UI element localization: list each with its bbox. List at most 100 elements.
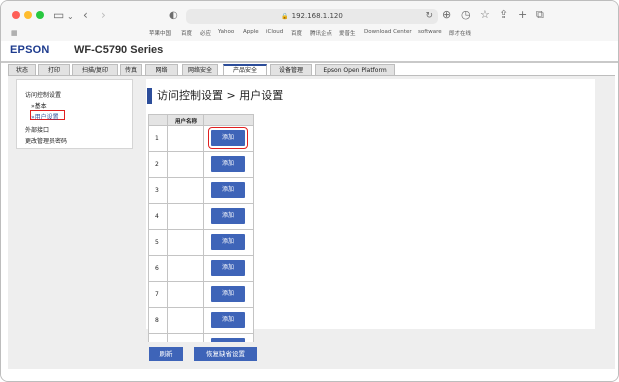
add-user-button[interactable]: 添加 (211, 208, 245, 224)
favorite-item[interactable]: Yahoo (218, 29, 234, 35)
favorite-item[interactable]: Download Center (364, 29, 412, 35)
star-icon[interactable]: ☆ (480, 8, 490, 21)
table-row: 6 添加 (148, 256, 254, 282)
tab-overview-icon[interactable]: ⧉ (536, 8, 544, 22)
favorite-item[interactable]: 腾讯企点 (310, 29, 332, 37)
column-divider (203, 282, 204, 308)
tab-scan-copy[interactable]: 扫描/复印 (72, 64, 118, 75)
column-divider (203, 178, 204, 204)
tab-status[interactable]: 状态 (8, 64, 36, 75)
new-tab-icon[interactable]: + (518, 8, 527, 21)
add-user-button[interactable] (211, 338, 245, 342)
table-row: 5 添加 (148, 230, 254, 256)
refresh-button[interactable]: 刷新 (149, 347, 183, 361)
favorite-item[interactable]: 百度 (181, 29, 192, 37)
table-row: 7 添加 (148, 282, 254, 308)
add-user-button[interactable]: 添加 (211, 260, 245, 276)
browser-window: ▭ ⌄ ‹ › ◐ 🔒 192.168.1.120 ↻ ⊕ ◷ ☆ ⇪ + ⧉ ▦… (0, 0, 619, 382)
column-divider (203, 256, 204, 282)
add-user-button[interactable]: 添加 (211, 234, 245, 250)
shield-icon[interactable]: ◐ (169, 8, 178, 24)
favorite-item[interactable]: software (418, 29, 442, 35)
favorite-item[interactable]: 百度 (291, 29, 302, 37)
reload-icon[interactable]: ↻ (425, 9, 433, 24)
favorite-item[interactable]: iCloud (266, 29, 283, 35)
row-number: 1 (155, 135, 159, 142)
column-divider (167, 308, 168, 334)
forward-icon[interactable]: › (101, 7, 106, 23)
chevron-down-icon[interactable]: ⌄ (67, 9, 74, 25)
table-header: 用户名称 (148, 114, 254, 127)
table-row: 4 添加 (148, 204, 254, 230)
sidebar-item-user-settings[interactable]: »用户设置 (31, 112, 59, 121)
add-user-button[interactable]: 添加 (211, 286, 245, 302)
add-user-button[interactable]: 添加 (211, 312, 245, 328)
column-divider (167, 126, 168, 152)
add-user-button[interactable]: 添加 (211, 182, 245, 198)
column-divider (167, 334, 168, 342)
tab-divider (8, 75, 615, 76)
column-divider (203, 204, 204, 230)
minimize-window-button[interactable] (24, 11, 32, 19)
sidebar: 访问控制设置 »基本 »用户设置 外部接口 更改管理员密码 (16, 79, 133, 149)
address-bar[interactable]: 🔒 192.168.1.120 ↻ (186, 9, 438, 24)
zoom-window-button[interactable] (36, 11, 44, 19)
column-divider (167, 178, 168, 204)
favorite-item[interactable]: 苹果中国 (149, 29, 171, 37)
table-row: 1 添加 (148, 126, 254, 152)
row-number: 2 (155, 161, 159, 168)
sidebar-item-basic[interactable]: »基本 (31, 101, 47, 110)
column-divider (203, 152, 204, 178)
favorites-bar: ▦ 苹果中国 百度 必应 Yahoo Apple iCloud 百度 腾讯企点 … (1, 27, 618, 40)
favorite-item[interactable]: 即才在线 (449, 29, 471, 37)
row-number: 8 (155, 317, 159, 324)
sidebar-toggle-icon[interactable]: ▭ (53, 7, 64, 23)
printer-model: WF-C5790 Series (74, 44, 164, 56)
tab-network[interactable]: 网络 (145, 64, 178, 75)
tab-fax[interactable]: 传真 (120, 64, 142, 75)
column-divider (167, 204, 168, 230)
column-header-username: 用户名称 (175, 119, 198, 125)
favorite-item[interactable]: 必应 (200, 29, 211, 37)
table-row (148, 334, 254, 342)
table-row: 8 添加 (148, 308, 254, 334)
row-number: 3 (155, 187, 159, 194)
table-row: 2 添加 (148, 152, 254, 178)
page-title: 访问控制设置 > 用户设置 (157, 89, 284, 102)
column-divider (203, 126, 204, 152)
share-icon[interactable]: ⇪ (499, 8, 508, 21)
lock-icon: 🔒 (281, 13, 289, 20)
column-divider (167, 282, 168, 308)
favorite-item[interactable]: Apple (243, 29, 259, 35)
row-number: 4 (155, 213, 159, 220)
sidebar-item-change-admin-password[interactable]: 更改管理员密码 (25, 136, 67, 145)
row-number: 6 (155, 265, 159, 272)
tab-device-management[interactable]: 设备管理 (270, 64, 312, 75)
row-number: 5 (155, 239, 159, 246)
column-divider (167, 230, 168, 256)
sidebar-item-external-interface[interactable]: 外部接口 (25, 125, 49, 134)
column-divider (203, 230, 204, 256)
download-icon[interactable]: ⊕ (442, 8, 451, 21)
brand-logo: EPSON (10, 44, 50, 56)
column-divider (203, 308, 204, 334)
column-divider (167, 256, 168, 282)
tab-network-security[interactable]: 网络安全 (182, 64, 218, 75)
sidebar-item-access-control[interactable]: 访问控制设置 (25, 90, 61, 99)
tab-product-security[interactable]: 产品安全 (223, 64, 267, 75)
add-user-button[interactable]: 添加 (211, 156, 245, 172)
table-row: 3 添加 (148, 178, 254, 204)
restore-defaults-button[interactable]: 恢复缺省设置 (194, 347, 257, 361)
grid-icon[interactable]: ▦ (11, 29, 18, 37)
history-icon[interactable]: ◷ (461, 8, 471, 21)
close-window-button[interactable] (12, 11, 20, 19)
add-user-button[interactable]: 添加 (208, 127, 248, 149)
user-table: 用户名称 1 添加 2 添加 3 添加 4 添加 5 添加 6 添加 7 添加 … (148, 114, 254, 342)
row-number: 7 (155, 291, 159, 298)
column-divider (167, 152, 168, 178)
tab-epson-open-platform[interactable]: Epson Open Platform (315, 64, 395, 75)
tab-print[interactable]: 打印 (38, 64, 70, 75)
url-text: 192.168.1.120 (291, 12, 343, 20)
favorite-item[interactable]: 爱普生 (339, 29, 356, 37)
back-icon[interactable]: ‹ (83, 7, 88, 23)
